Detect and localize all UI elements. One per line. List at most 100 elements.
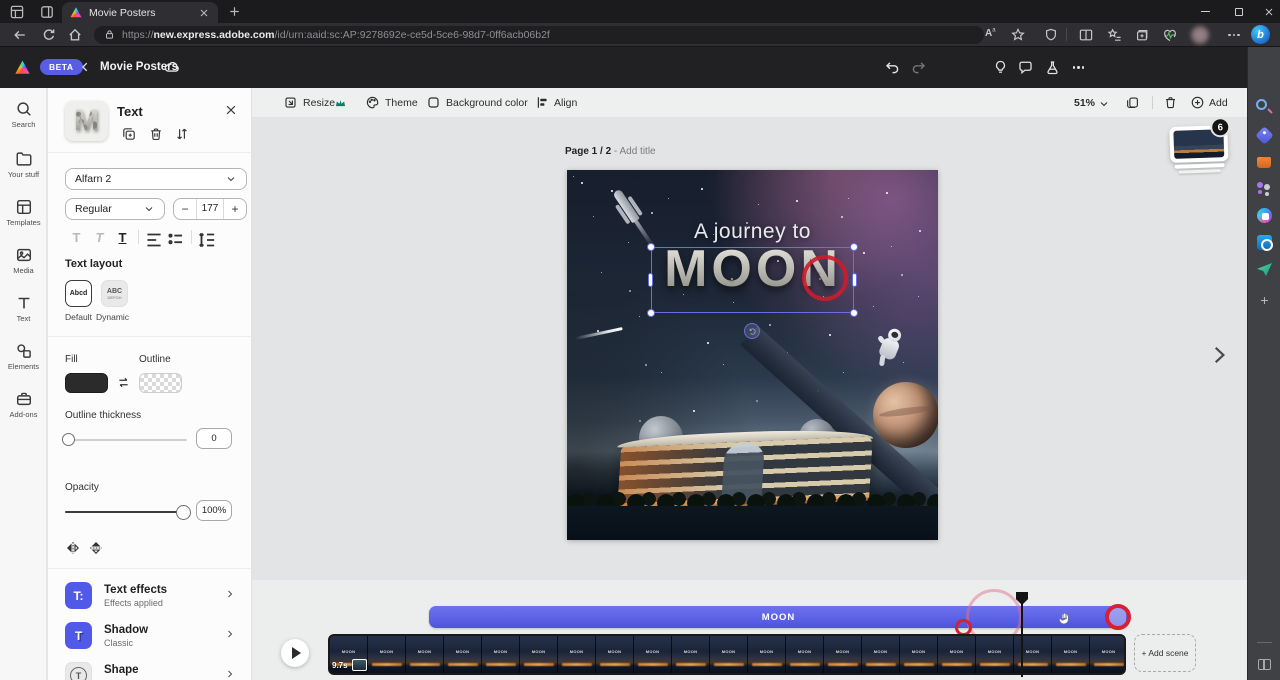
shadow-row[interactable]: T Shadow Classic — [48, 622, 252, 662]
filmstrip[interactable]: MOON9.7sMOONMOONMOONMOONMOONMOONMOONMOON… — [328, 634, 1126, 675]
back-chevron-icon[interactable] — [78, 60, 92, 74]
filmstrip-frame[interactable]: MOON — [368, 636, 406, 673]
filmstrip-frame[interactable]: MOON — [482, 636, 520, 673]
arrange-icon[interactable] — [174, 126, 190, 142]
beaker-icon[interactable] — [1044, 59, 1061, 76]
text-effects-row[interactable]: T: Text effects Effects applied — [48, 582, 252, 622]
filmstrip-frame[interactable]: MOON — [824, 636, 862, 673]
rail-item-text[interactable]: Text — [0, 292, 47, 332]
filmstrip-frame[interactable]: MOON — [710, 636, 748, 673]
font-weight-select[interactable]: Regular — [65, 198, 165, 220]
align-icon[interactable] — [535, 95, 550, 110]
duplicate-icon[interactable] — [121, 126, 137, 142]
more-options-icon[interactable] — [1070, 59, 1087, 76]
canvas-area[interactable]: Page 1 / 2 - Add title A journey to MOON — [252, 118, 1247, 580]
opacity-slider[interactable] — [65, 511, 183, 513]
playhead[interactable] — [1021, 596, 1023, 677]
back-icon[interactable] — [12, 27, 28, 43]
window-maximize-icon[interactable] — [1226, 4, 1252, 19]
favorites-bar-icon[interactable] — [1107, 27, 1123, 43]
filmstrip-frame[interactable]: MOON — [976, 636, 1014, 673]
opacity-value[interactable]: 100% — [196, 500, 232, 521]
lock-icon[interactable] — [104, 29, 115, 42]
selected-text-thumbnail[interactable]: M — [65, 101, 108, 141]
rail-item-elements[interactable]: Elements — [0, 340, 47, 380]
opacity-knob[interactable] — [176, 505, 191, 520]
sidebar-panel-icon[interactable] — [1258, 659, 1271, 670]
zoom-chevron-icon[interactable] — [1098, 98, 1110, 110]
add-page-icon[interactable] — [1190, 95, 1205, 110]
font-size-increase[interactable]: + — [224, 202, 246, 216]
rail-item-search[interactable]: Search — [0, 98, 47, 138]
play-button[interactable] — [281, 639, 309, 667]
plus-sidebar-icon[interactable]: + — [1256, 291, 1273, 308]
filmstrip-frame[interactable]: MOON — [748, 636, 786, 673]
filmstrip-frame[interactable]: MOON — [634, 636, 672, 673]
filmstrip-frame[interactable]: MOON — [1052, 636, 1090, 673]
bold-button[interactable]: T — [65, 230, 88, 245]
selection-handle[interactable] — [850, 243, 858, 251]
workspaces-icon[interactable] — [39, 4, 55, 20]
underline-button[interactable]: T — [111, 230, 134, 245]
filmstrip-frame[interactable]: MOON — [672, 636, 710, 673]
profile-avatar[interactable] — [1191, 26, 1209, 44]
filmstrip-frame[interactable]: MOON — [786, 636, 824, 673]
suggestions-icon[interactable] — [992, 59, 1009, 76]
collections-icon[interactable] — [1134, 27, 1150, 43]
add-scene-button[interactable]: + Add scene — [1134, 634, 1196, 672]
filmstrip-frame[interactable]: MOON — [900, 636, 938, 673]
undo-icon[interactable] — [884, 59, 901, 76]
delete-icon[interactable] — [148, 126, 164, 142]
browser-menu-icon[interactable] — [1226, 27, 1242, 43]
resize-icon[interactable] — [283, 95, 298, 110]
text-align-icon[interactable] — [143, 229, 165, 245]
selection-handle[interactable] — [647, 243, 655, 251]
designer-sidebar-icon[interactable] — [1257, 208, 1272, 223]
cloud-sync-icon[interactable] — [163, 58, 181, 76]
rail-item-media[interactable]: Media — [0, 244, 47, 284]
poster-canvas[interactable]: A journey to MOON — [567, 170, 938, 540]
pages-icon[interactable] — [1125, 95, 1140, 110]
font-family-select[interactable]: Alfarn 2 — [65, 168, 247, 190]
outline-thickness-slider[interactable] — [65, 439, 187, 441]
tab-actions-icon[interactable] — [9, 4, 25, 20]
font-size-value[interactable]: 177 — [196, 199, 224, 219]
rail-item-templates[interactable]: Templates — [0, 196, 47, 236]
resize-label[interactable]: Resize — [303, 97, 335, 109]
outline-thickness-value[interactable]: 0 — [196, 428, 232, 449]
zoom-level[interactable]: 51% — [1074, 97, 1095, 109]
send-sidebar-icon[interactable] — [1257, 263, 1272, 276]
window-minimize-icon[interactable] — [1192, 4, 1218, 19]
theme-label[interactable]: Theme — [385, 97, 418, 109]
filmstrip-frame[interactable]: MOON — [444, 636, 482, 673]
outlook-sidebar-icon[interactable] — [1257, 235, 1272, 250]
font-size-decrease[interactable]: − — [174, 202, 196, 216]
timeline-clip-bar[interactable]: MOON — [429, 606, 1128, 628]
filmstrip-frame[interactable]: MOON — [406, 636, 444, 673]
filmstrip-frame[interactable]: MOON — [558, 636, 596, 673]
bag-sidebar-icon[interactable] — [1257, 157, 1271, 168]
filmstrip-frame[interactable]: MOON — [1090, 636, 1126, 673]
line-spacing-icon[interactable] — [196, 229, 218, 245]
background-color-label[interactable]: Background color — [446, 97, 528, 109]
list-icon[interactable] — [165, 229, 187, 245]
selection-handle[interactable] — [850, 309, 858, 317]
font-size-stepper[interactable]: − 177 + — [173, 198, 247, 220]
window-close-icon[interactable] — [1256, 4, 1280, 19]
tag-sidebar-icon[interactable] — [1255, 126, 1273, 144]
next-page-arrow-icon[interactable] — [1208, 344, 1230, 366]
theme-icon[interactable] — [365, 95, 380, 110]
filmstrip-frame[interactable]: MOON9.7s — [330, 636, 368, 673]
browser-essentials-icon[interactable] — [1162, 27, 1178, 43]
shape-row[interactable]: T Shape — [48, 662, 252, 680]
layout-dynamic-button[interactable]: ABC DEFGH — [101, 280, 128, 307]
refresh-icon[interactable] — [41, 27, 57, 43]
swap-colors-icon[interactable] — [116, 375, 131, 390]
outline-thickness-knob[interactable] — [62, 433, 75, 446]
rotate-handle[interactable] — [744, 323, 760, 339]
favorite-star-icon[interactable] — [1010, 27, 1026, 43]
pages-thumbnail-stack[interactable]: 6 — [1169, 125, 1229, 173]
browser-tab[interactable]: Movie Posters — [62, 2, 218, 23]
background-color-icon[interactable] — [426, 95, 441, 110]
home-icon[interactable] — [67, 27, 83, 43]
